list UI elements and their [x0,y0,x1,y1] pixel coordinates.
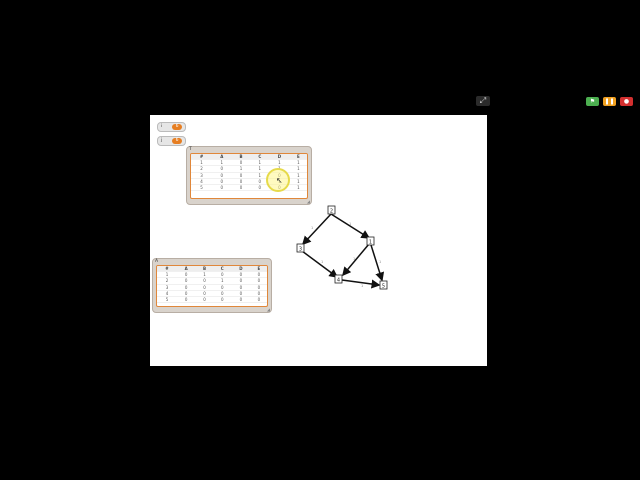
graph-node: 3 [296,243,305,253]
green-flag-icon: ⚑ [589,98,596,105]
edge-label: 1 [379,260,381,264]
graph-node: 2 [327,205,336,215]
edge-label: 1 [349,222,351,226]
expand-icon: ⤢ [479,96,487,105]
svg-text:5: 5 [382,284,385,290]
edge-label: 1 [311,226,313,230]
stage[interactable]: i 6 j 6 T # A B C D E 110111 201111 300 [150,115,487,366]
edge-label: 1 [353,257,355,261]
pause-icon: ❚❚ [604,98,615,105]
svg-text:3: 3 [299,247,302,253]
fullscreen-button[interactable]: ⤢ [476,96,490,106]
stop-icon: ● [623,98,630,105]
graph-edge [301,213,332,246]
graph-edge [330,213,371,239]
svg-text:2: 2 [330,209,333,215]
pause-button[interactable]: ❚❚ [603,97,616,106]
graph-node: 1 [366,236,375,246]
green-flag-button[interactable]: ⚑ [586,97,599,106]
stop-button[interactable]: ● [620,97,633,106]
graph-node: 4 [334,274,343,284]
graph-edge [301,250,339,278]
edge-label: 1 [321,260,323,264]
svg-text:1: 1 [369,240,372,246]
graph-edge [342,243,370,277]
mouse-pointer-icon: ↖ [276,176,283,185]
svg-text:4: 4 [337,278,340,284]
edge-label: 1 [361,284,363,288]
directed-graph: 1 1 1 1 1 1 2 1 3 4 5 [296,205,388,290]
graph-node: 5 [379,280,388,290]
